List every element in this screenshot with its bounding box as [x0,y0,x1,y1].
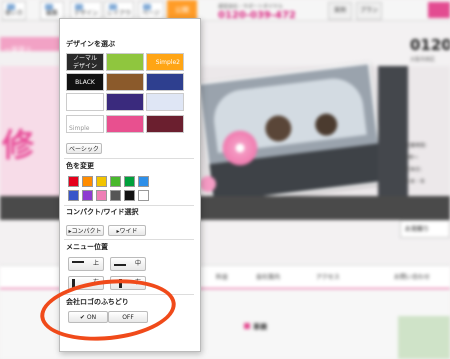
color-swatch[interactable] [110,176,121,187]
design-section-title: デザインを選ぶ [66,40,115,48]
color-swatch[interactable] [68,190,79,201]
nav-item-access[interactable]: アクセス [316,272,340,281]
color-swatch[interactable] [124,190,135,201]
color-swatch[interactable] [124,176,135,187]
color-swatch[interactable] [82,176,93,187]
design-thumbnail[interactable] [66,93,104,111]
divider [64,158,194,159]
site-phone: 0120- [410,36,450,54]
business-hours-label: 営業時間： [405,143,431,149]
basic-design-button[interactable]: ベーシック [66,143,102,154]
design-thumbnail[interactable]: BLACK [66,73,104,91]
design-thumbnail[interactable] [146,115,184,133]
menu-position-middle-button[interactable]: 中 [110,257,146,271]
design-thumbnail[interactable] [106,93,144,111]
business-info: 営業時間： 9時〜 定休日： 年末・年 [405,140,430,188]
design-thumbnail[interactable]: ノーマル デザイン [66,53,104,71]
design-thumbnail[interactable] [106,53,144,71]
section-title: 車検 [244,322,267,332]
color-swatch[interactable] [68,176,79,187]
wide-label: ワイド [119,228,138,235]
support-phone-number: 0120-039-472 [218,10,296,21]
hero-heading: 修 [2,126,35,164]
building-photo [378,66,408,196]
nav-item-fees[interactable]: 料金 [216,272,228,281]
menu-position-middle-label: 中 [134,260,141,267]
support-label: 運営会社・サポートダイヤル [218,4,283,10]
flower-decoration [220,128,260,168]
toolbar-button-publish[interactable]: 公開 [167,0,197,20]
support-phone: 運営会社・サポートダイヤル 0120-039-472 [218,3,296,21]
estimate-button[interactable]: お見積り [400,220,450,238]
design-thumbnail[interactable]: Simple [66,115,104,133]
holiday-label: 定休日： [405,167,426,173]
color-swatch[interactable] [138,190,149,201]
holiday-value: 年末・年 [405,179,426,185]
menu-position-top-label: 上 [92,260,99,267]
toolbar-button-howto[interactable]: 使い方 [2,1,26,20]
toolbar-button-plan[interactable]: プラン [356,2,382,20]
color-swatch[interactable] [82,190,93,201]
divider [64,239,194,240]
business-hours-value: 9時〜 [405,155,419,161]
toolbar-badge[interactable] [428,2,450,18]
color-swatch[interactable] [138,176,149,187]
toolbar-button-examples[interactable]: 実例 [328,2,352,20]
site-address: 大阪市西区 [410,57,436,63]
width-section-title: コンパクト/ワイド選択 [66,208,139,216]
design-thumbnail[interactable] [146,93,184,111]
color-swatch[interactable] [96,190,107,201]
design-thumbnail[interactable]: Simple2 [146,53,184,71]
nav-item-contact[interactable]: お問い合わせ [394,272,430,281]
menu-position-top-button[interactable]: 上 [68,257,104,271]
flower-decoration [200,176,216,192]
design-thumbnail[interactable] [106,73,144,91]
design-thumbnail[interactable] [146,73,184,91]
color-swatch[interactable] [96,176,107,187]
wide-button[interactable]: ▸ワイド [108,225,146,236]
color-section-title: 色を変更 [66,162,94,170]
compact-button[interactable]: ▸コンパクト [66,225,104,236]
menu-section-title: メニュー位置 [66,243,108,251]
nav-item-company[interactable]: 会社案内 [256,272,280,281]
compact-label: コンパクト [71,228,102,235]
color-swatch[interactable] [110,190,121,201]
design-thumbnail[interactable] [106,115,144,133]
divider [64,205,194,206]
site-tagline: ー学習エ [4,46,32,54]
menu-top-icon [72,261,84,263]
map-thumbnail[interactable] [398,316,450,359]
menu-middle-icon [114,264,126,266]
